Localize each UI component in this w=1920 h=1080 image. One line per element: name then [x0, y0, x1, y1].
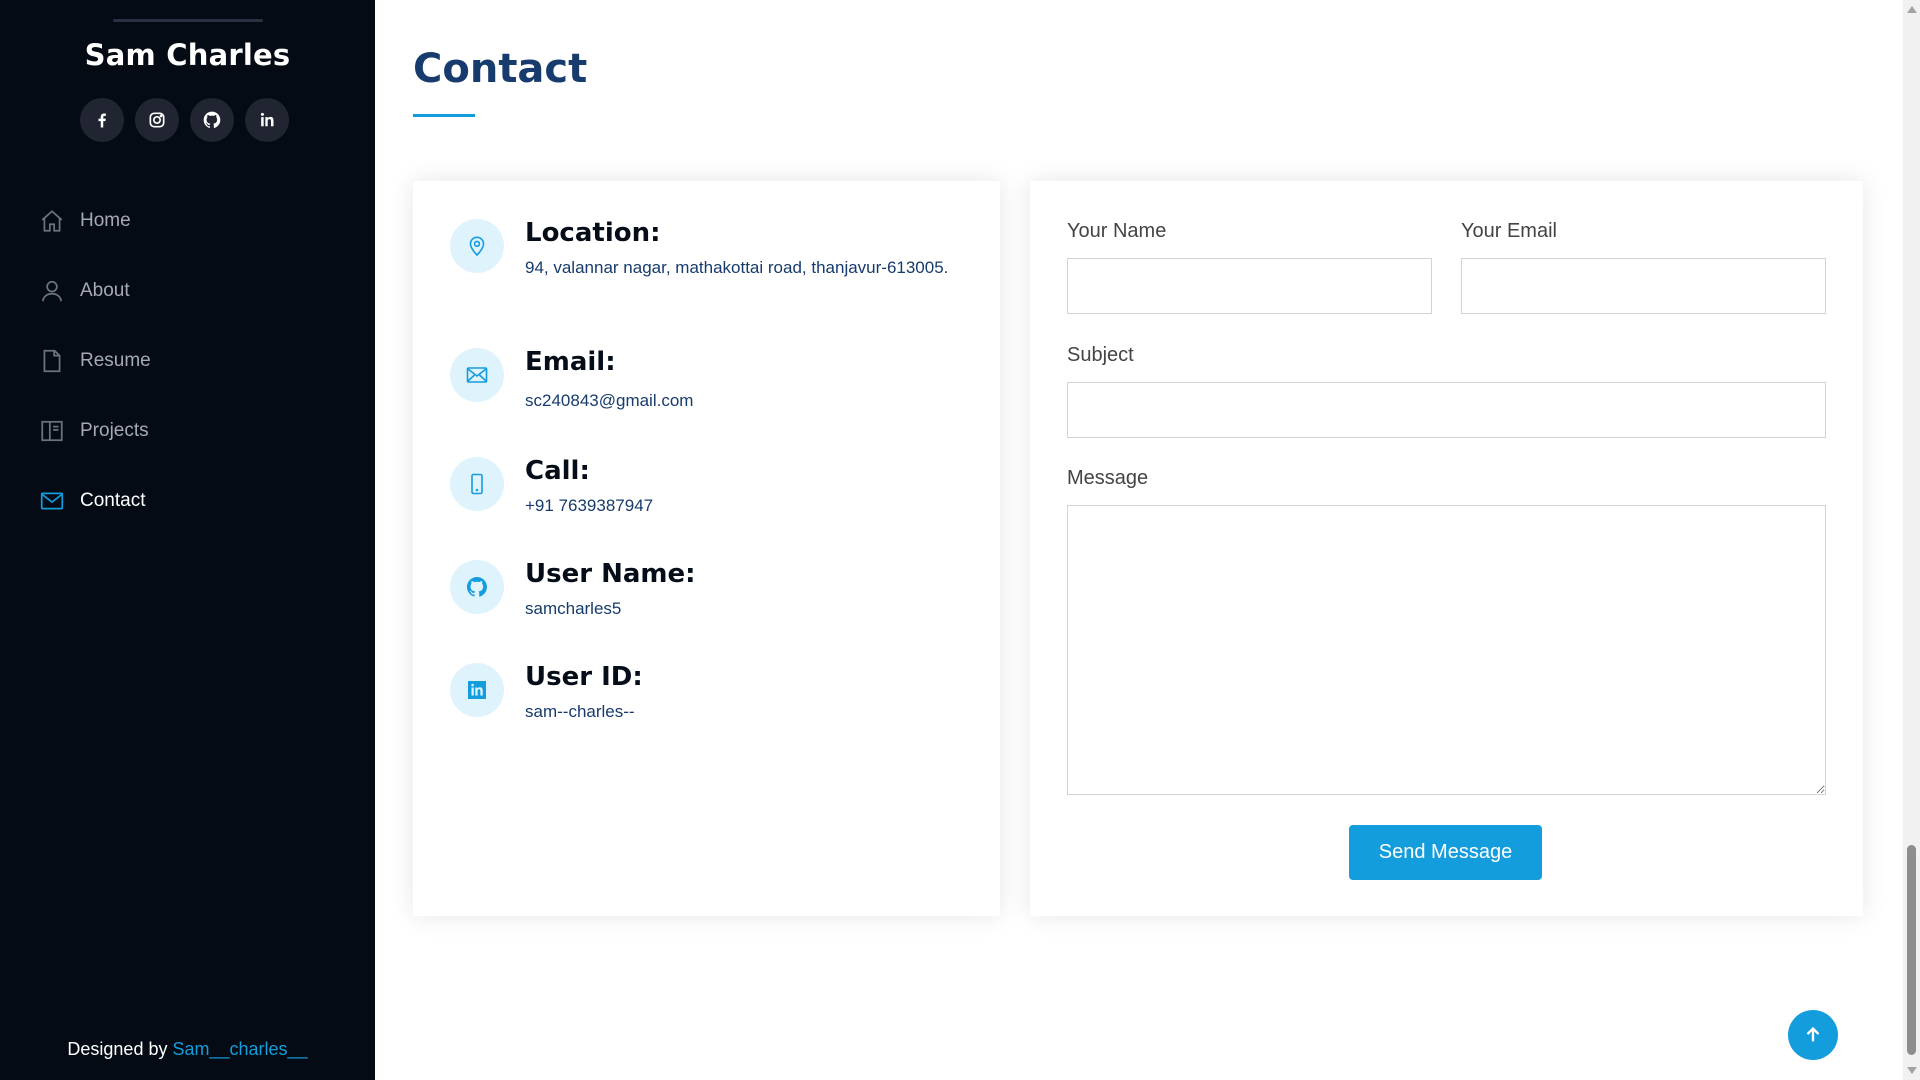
instagram-link[interactable] [135, 98, 179, 142]
arrow-up-icon [1806, 1026, 1820, 1042]
instagram-icon [149, 112, 165, 128]
nav-item-resume[interactable]: Resume [38, 326, 151, 396]
footer-prefix: Designed by [67, 1039, 173, 1059]
sidebar-nav: Home About Resume Projects Contact [38, 186, 151, 536]
social-links [80, 98, 289, 142]
info-text: +91 7639387947 [525, 496, 654, 515]
profile-divider [113, 19, 263, 22]
footer-credits: Designed by Sam__charles__ [0, 1039, 375, 1060]
linkedin-icon [260, 112, 274, 127]
info-heading: User Name: [525, 559, 696, 589]
info-text: sc240843@gmail.com [525, 391, 694, 410]
location-pin-icon [450, 219, 504, 273]
info-text: sam--charles-- [525, 702, 635, 721]
subject-input[interactable] [1067, 382, 1826, 438]
info-heading: Location: [525, 218, 661, 248]
phone-icon [450, 457, 504, 511]
user-icon [38, 277, 66, 305]
name-label: Your Name [1067, 220, 1167, 242]
sidebar: Sam Charles Home About Resume Projects C… [0, 0, 375, 1080]
nav-item-label: About [80, 280, 130, 301]
email-input[interactable] [1461, 258, 1826, 314]
message-textarea[interactable] [1067, 505, 1826, 795]
home-icon [38, 207, 66, 235]
profile-name: Sam Charles [84, 38, 291, 72]
facebook-link[interactable] [80, 98, 124, 142]
name-input[interactable] [1067, 258, 1432, 314]
scroll-down-arrow-icon[interactable] [1907, 1067, 1917, 1074]
github-icon [203, 111, 221, 129]
scrollbar-thumb[interactable] [1907, 845, 1916, 1055]
github-icon [450, 560, 504, 614]
file-icon [38, 347, 66, 375]
linkedin-link[interactable] [245, 98, 289, 142]
book-icon [38, 417, 66, 445]
nav-item-contact[interactable]: Contact [38, 466, 151, 536]
info-text: samcharles5 [525, 599, 622, 618]
send-message-button[interactable]: Send Message [1349, 825, 1542, 880]
contact-form: Your Name Your Email Subject Message Sen… [1030, 181, 1863, 916]
subject-label: Subject [1067, 344, 1134, 366]
github-link[interactable] [190, 98, 234, 142]
envelope-icon [38, 487, 66, 515]
info-heading: Call: [525, 456, 590, 486]
nav-item-label: Contact [80, 490, 146, 511]
scroll-up-arrow-icon[interactable] [1907, 6, 1917, 13]
nav-item-label: Projects [80, 420, 149, 441]
main-content: Contact Location: 94, valannar nagar, ma… [375, 0, 1900, 1080]
info-heading: User ID: [525, 662, 643, 692]
contact-info-card: Location: 94, valannar nagar, mathakotta… [413, 181, 1000, 916]
message-label: Message [1067, 467, 1149, 489]
nav-item-label: Resume [80, 350, 151, 371]
title-underline [413, 114, 475, 117]
facebook-icon [98, 113, 106, 128]
linkedin-icon [450, 663, 504, 717]
footer-author-link[interactable]: Sam__charles__ [172, 1039, 307, 1059]
back-to-top-button[interactable] [1788, 1010, 1838, 1060]
page-scrollbar[interactable] [1903, 0, 1920, 1080]
nav-item-home[interactable]: Home [38, 186, 151, 256]
nav-item-about[interactable]: About [38, 256, 151, 326]
info-heading: Email: [525, 347, 616, 377]
info-text: 94, valannar nagar, mathakottai road, th… [525, 258, 949, 277]
page-title: Contact [413, 46, 588, 92]
nav-item-projects[interactable]: Projects [38, 396, 151, 466]
envelope-icon [450, 348, 504, 402]
nav-item-label: Home [80, 210, 131, 231]
email-label: Your Email [1461, 220, 1557, 242]
